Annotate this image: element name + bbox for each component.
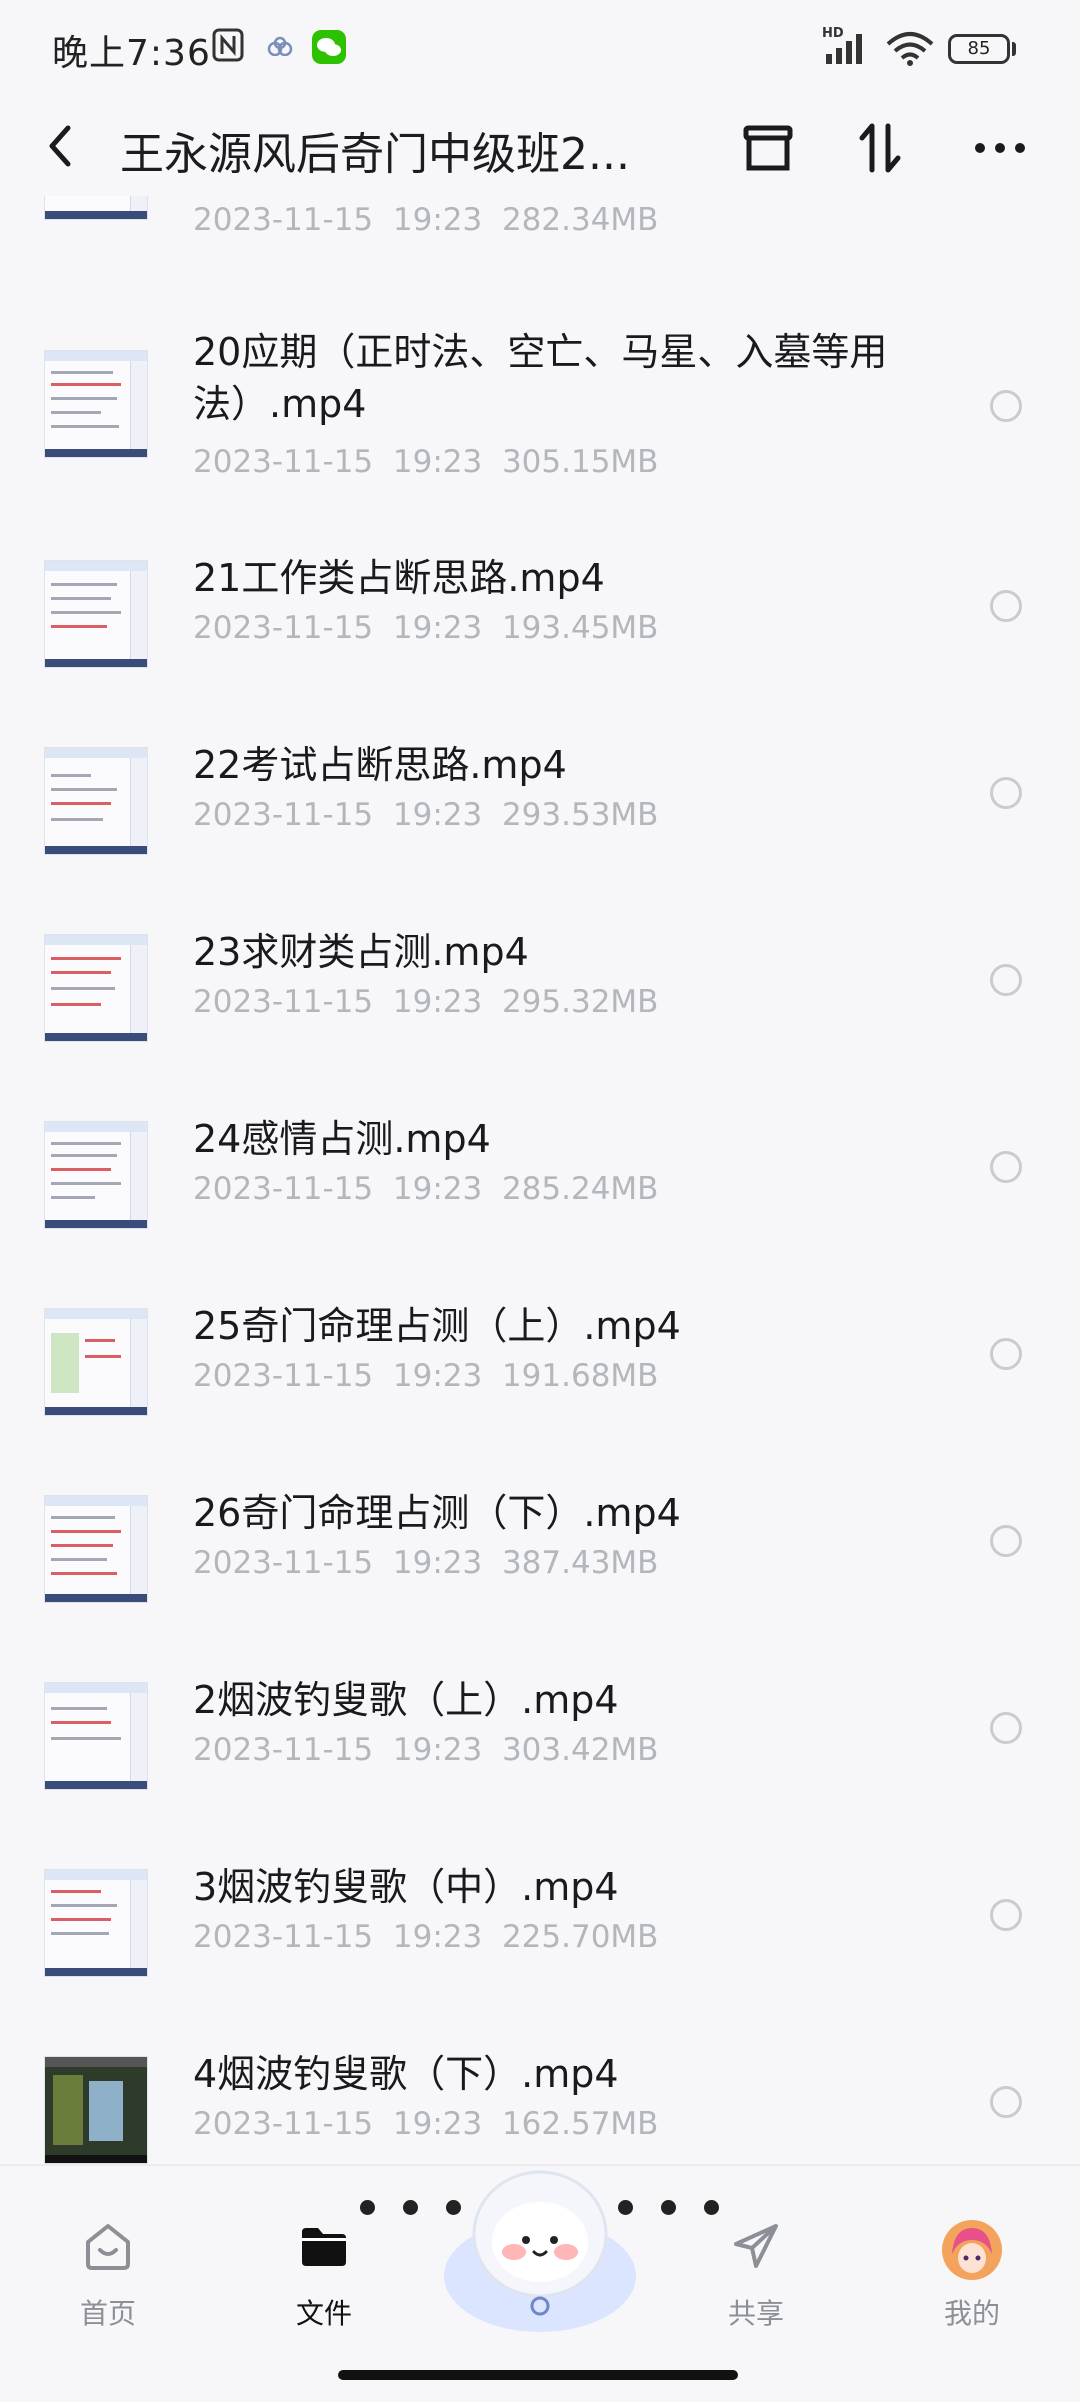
send-icon [734, 2224, 778, 2268]
battery-icon: 85 [948, 34, 1010, 64]
file-name: 3烟波钓叟歌（中）.mp4 [193, 1865, 619, 1909]
file-row[interactable]: 25奇门命理占测（上）.mp4 2023-11-15 19:23 191.68M… [0, 1300, 1080, 1430]
file-meta: 2023-11-15 19:23 295.32MB [193, 984, 659, 1020]
folder-icon [302, 2228, 346, 2266]
nfc-icon [212, 28, 244, 62]
video-thumbnail [44, 1308, 148, 1416]
video-thumbnail [44, 350, 148, 458]
file-meta: 2023-11-15 19:23 303.42MB [193, 1732, 659, 1768]
file-meta: 2023-11-15 19:23 285.24MB [193, 1171, 659, 1207]
file-name: 20应期（正时法、空亡、马星、入墓等用法）.mp4 [193, 330, 888, 426]
file-row[interactable]: 22考试占断思路.mp4 2023-11-15 19:23 293.53MB [0, 739, 1080, 869]
archive-button[interactable] [736, 116, 800, 180]
file-name: 26奇门命理占测（下）.mp4 [193, 1491, 681, 1535]
battery-tip [1012, 42, 1016, 56]
signal-icon [826, 34, 862, 64]
file-meta: 2023-11-15 19:23 162.57MB [193, 2106, 659, 2142]
nav-home-label: 首页 [79, 2297, 136, 2330]
video-thumbnail [44, 1869, 148, 1977]
file-row[interactable]: 23求财类占测.mp4 2023-11-15 19:23 295.32MB [0, 926, 1080, 1056]
select-radio[interactable] [990, 777, 1022, 809]
video-thumbnail [44, 747, 148, 855]
file-name: 25奇门命理占测（上）.mp4 [193, 1304, 681, 1348]
cloud-sync-icon [267, 36, 293, 56]
file-row[interactable]: 24感情占测.mp4 2023-11-15 19:23 285.24MB [0, 1113, 1080, 1243]
nav-mine[interactable]: 我的 [902, 2218, 1042, 2332]
page-title: 王永源风后奇门中级班2... [120, 129, 630, 180]
file-name: 22考试占断思路.mp4 [193, 743, 567, 787]
file-row[interactable]: 2023-11-15 19:23 282.34MB [0, 196, 1080, 256]
file-meta: 2023-11-15 19:23 282.34MB [193, 202, 659, 238]
nav-files[interactable]: 文件 [254, 2218, 394, 2332]
file-row[interactable]: 3烟波钓叟歌（中）.mp4 2023-11-15 19:23 225.70MB [0, 1861, 1080, 1991]
file-meta: 2023-11-15 19:23 305.15MB [193, 444, 659, 480]
video-thumbnail [44, 2056, 148, 2164]
video-thumbnail [44, 1495, 148, 1603]
nav-share[interactable]: 共享 [686, 2218, 826, 2332]
select-radio[interactable] [990, 1525, 1022, 1557]
file-row[interactable]: 4烟波钓叟歌（下）.mp4 2023-11-15 19:23 162.57MB [0, 2048, 1080, 2164]
avatar [942, 2220, 1002, 2280]
nav-mine-label: 我的 [943, 2297, 1000, 2330]
sort-button[interactable] [848, 116, 912, 180]
wechat-icon [312, 30, 346, 64]
nav-files-label: 文件 [295, 2297, 352, 2330]
file-row[interactable]: 20应期（正时法、空亡、马星、入墓等用法）.mp4 2023-11-15 19:… [0, 326, 1080, 496]
file-meta: 2023-11-15 19:23 225.70MB [193, 1919, 659, 1955]
file-name: 24感情占测.mp4 [193, 1117, 491, 1161]
nav-home[interactable]: 首页 [38, 2218, 178, 2332]
file-meta: 2023-11-15 19:23 387.43MB [193, 1545, 659, 1581]
wifi-icon [886, 32, 934, 66]
title-bar: 王永源风后奇门中级班2... [0, 96, 1080, 196]
more-options-button[interactable] [968, 116, 1032, 180]
video-thumbnail [44, 1682, 148, 1790]
home-icon [86, 2224, 130, 2270]
status-time: 晚上7:36 [52, 33, 211, 74]
file-row[interactable]: 2烟波钓叟歌（上）.mp4 2023-11-15 19:23 303.42MB [0, 1674, 1080, 1804]
video-thumbnail [44, 196, 148, 220]
back-button[interactable] [40, 120, 80, 172]
file-row[interactable]: 21工作类占断思路.mp4 2023-11-15 19:23 193.45MB [0, 552, 1080, 682]
file-list: 2023-11-15 19:23 282.34MB 20应期（正时法、空亡、马星… [0, 196, 1080, 2164]
status-bar: 晚上7:36 HD 85 [0, 0, 1080, 96]
mascot-assistant-button[interactable] [440, 2156, 640, 2336]
file-name: 4烟波钓叟歌（下）.mp4 [193, 2052, 619, 2096]
video-thumbnail [44, 934, 148, 1042]
battery-level: 85 [967, 38, 991, 59]
select-radio[interactable] [990, 1151, 1022, 1183]
select-radio[interactable] [990, 964, 1022, 996]
video-thumbnail [44, 560, 148, 668]
file-name: 23求财类占测.mp4 [193, 930, 529, 974]
file-meta: 2023-11-15 19:23 193.45MB [193, 610, 659, 646]
select-radio[interactable] [990, 2086, 1022, 2118]
nav-share-label: 共享 [727, 2297, 784, 2330]
file-meta: 2023-11-15 19:23 191.68MB [193, 1358, 659, 1394]
file-name: 2烟波钓叟歌（上）.mp4 [193, 1678, 619, 1722]
select-radio[interactable] [990, 390, 1022, 422]
select-radio[interactable] [990, 1712, 1022, 1744]
file-meta: 2023-11-15 19:23 293.53MB [193, 797, 659, 833]
file-row[interactable]: 26奇门命理占测（下）.mp4 2023-11-15 19:23 387.43M… [0, 1487, 1080, 1617]
home-indicator[interactable] [338, 2370, 738, 2380]
select-radio[interactable] [990, 1338, 1022, 1370]
video-thumbnail [44, 1121, 148, 1229]
select-radio[interactable] [990, 1899, 1022, 1931]
file-name: 21工作类占断思路.mp4 [193, 556, 605, 600]
select-radio[interactable] [990, 590, 1022, 622]
